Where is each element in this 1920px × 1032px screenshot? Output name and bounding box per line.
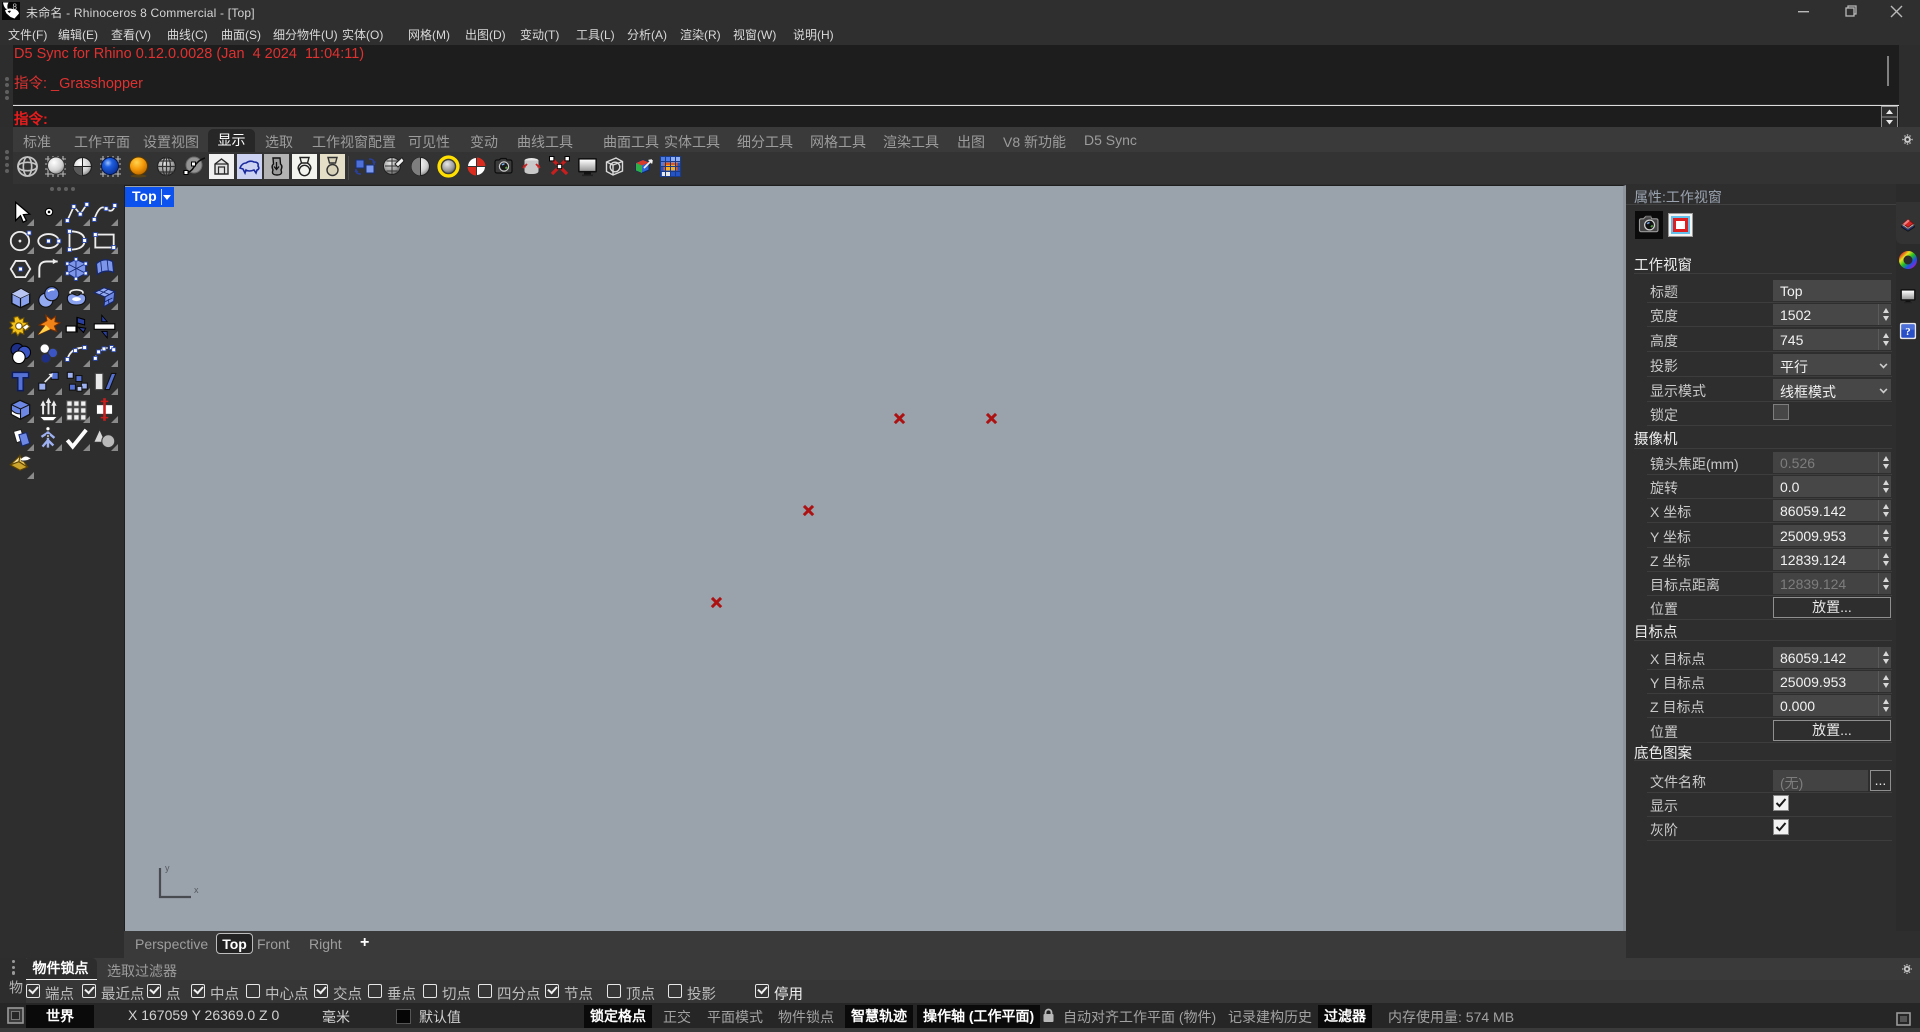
- svg-text:8: 8: [13, 3, 18, 12]
- svg-text:x: x: [194, 885, 199, 895]
- svg-text:?: ?: [1905, 326, 1910, 338]
- svg-text:y: y: [165, 865, 170, 873]
